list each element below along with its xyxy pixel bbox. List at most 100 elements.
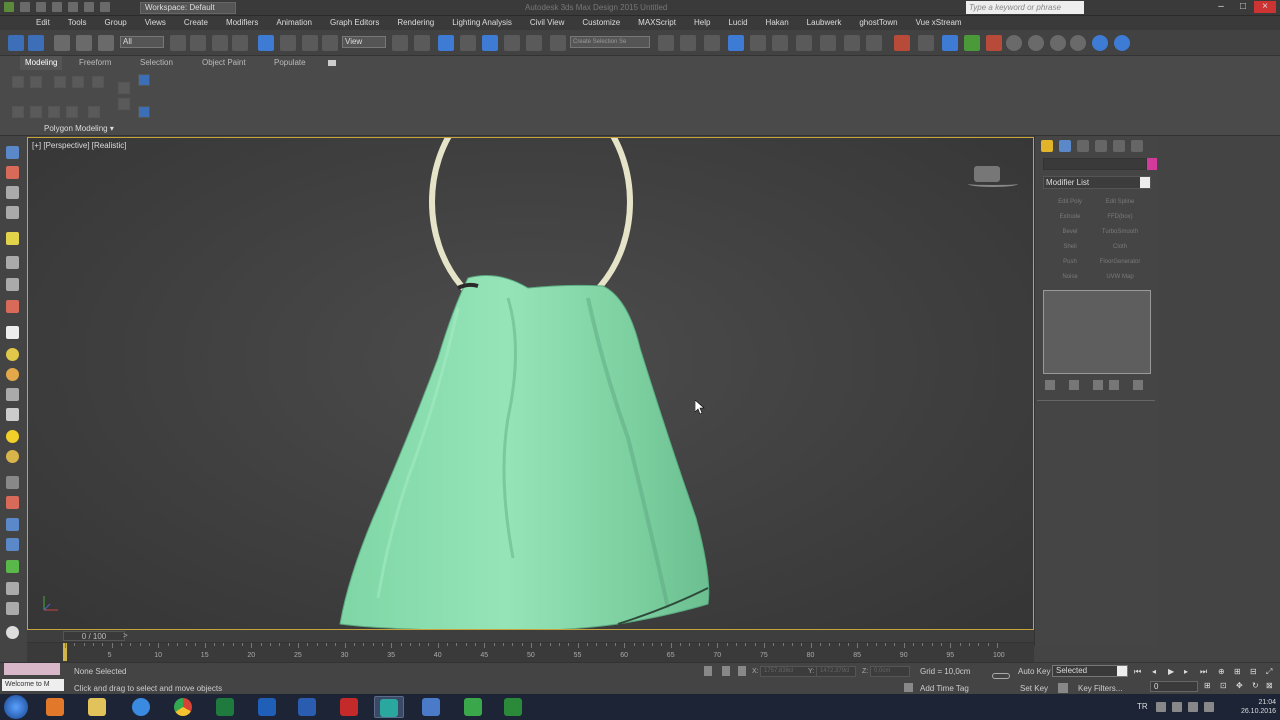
- modifier-button-shell[interactable]: Shell: [1047, 241, 1093, 253]
- menu-create[interactable]: Create: [184, 16, 208, 30]
- remove-modifier-icon[interactable]: [1109, 380, 1119, 390]
- link-icon[interactable]: [54, 35, 70, 51]
- ring-icon[interactable]: [6, 368, 19, 381]
- open-icon[interactable]: [36, 2, 46, 12]
- z-coord-field[interactable]: 0,0cm: [870, 666, 910, 677]
- modifier-stack[interactable]: [1043, 290, 1151, 374]
- taskbar-camtasia[interactable]: [458, 696, 488, 718]
- menu-animation[interactable]: Animation: [276, 16, 312, 30]
- modifier-button-floorgenerator[interactable]: FloorGenerator: [1097, 256, 1143, 268]
- viewcube-compass[interactable]: [968, 181, 1018, 187]
- keyboard-shortcut-icon[interactable]: [438, 35, 454, 51]
- menu-ghosttown[interactable]: ghostTown: [859, 16, 897, 30]
- ribbon-button[interactable]: [72, 76, 84, 88]
- orbit-icon[interactable]: ↻: [1252, 681, 1263, 691]
- window-crossing-icon[interactable]: [232, 35, 248, 51]
- lock-selection-icon[interactable]: [722, 666, 730, 676]
- tool-icon[interactable]: [6, 538, 19, 551]
- plugin-1-icon[interactable]: [1006, 35, 1022, 51]
- pan-view-icon[interactable]: ✥: [1236, 681, 1247, 691]
- utilities-tab-icon[interactable]: [1131, 140, 1143, 152]
- field-of-view-icon[interactable]: ⊡: [1220, 681, 1231, 691]
- ribbon-button[interactable]: [30, 106, 42, 118]
- viewcube[interactable]: [974, 166, 1000, 182]
- key-filters-button[interactable]: Key Filters...: [1078, 684, 1122, 693]
- tool-icon[interactable]: [6, 300, 19, 313]
- angle-snap-icon[interactable]: [482, 35, 498, 51]
- tab-selection[interactable]: Selection: [140, 58, 173, 67]
- close-button[interactable]: ×: [1254, 1, 1276, 13]
- language-indicator[interactable]: TR: [1137, 702, 1148, 711]
- menu-group[interactable]: Group: [104, 16, 126, 30]
- menu-modifiers[interactable]: Modifiers: [226, 16, 258, 30]
- time-slider-handle[interactable]: 0 / 100: [63, 631, 125, 641]
- tool-icon[interactable]: [6, 582, 19, 595]
- search-input[interactable]: Type a keyword or phrase: [966, 1, 1084, 14]
- redo-icon[interactable]: [28, 35, 44, 51]
- torus-icon[interactable]: [6, 450, 19, 463]
- menu-help[interactable]: Help: [694, 16, 710, 30]
- modifier-button-noise[interactable]: Noise: [1047, 271, 1093, 283]
- redo-icon[interactable]: [84, 2, 94, 12]
- edit-mode-icon[interactable]: [138, 74, 150, 86]
- named-selection-dropdown[interactable]: Create Selection Se: [570, 36, 650, 48]
- undo-icon[interactable]: [8, 35, 24, 51]
- zoom-icon[interactable]: ⊕: [1218, 667, 1229, 677]
- undo-icon[interactable]: [68, 2, 78, 12]
- taskbar-excel[interactable]: [210, 696, 240, 718]
- cylinder-icon[interactable]: [6, 388, 19, 401]
- align-icon[interactable]: [680, 35, 696, 51]
- tool-icon[interactable]: [6, 476, 19, 489]
- tool-icon[interactable]: [6, 518, 19, 531]
- minimize-button[interactable]: –: [1210, 1, 1232, 13]
- ribbon-button[interactable]: [12, 106, 24, 118]
- list-icon[interactable]: [6, 186, 19, 199]
- ribbon-button[interactable]: [54, 76, 66, 88]
- plugin-6-icon[interactable]: [1114, 35, 1130, 51]
- zoom-all-icon[interactable]: ⊞: [1234, 667, 1245, 677]
- tab-object-paint[interactable]: Object Paint: [202, 58, 246, 67]
- rect-icon[interactable]: [6, 326, 19, 339]
- viewport-layout-icon[interactable]: [6, 146, 19, 159]
- ribbon-button[interactable]: [118, 98, 130, 110]
- save-icon[interactable]: [52, 2, 62, 12]
- tool-icon[interactable]: [6, 602, 19, 615]
- menu-civil-view[interactable]: Civil View: [530, 16, 565, 30]
- mirror-icon[interactable]: [658, 35, 674, 51]
- scene-explorer-icon[interactable]: [728, 35, 744, 51]
- graphite-icon[interactable]: [750, 35, 766, 51]
- create-box-icon[interactable]: [6, 166, 19, 179]
- menu-hakan[interactable]: Hakan: [766, 16, 789, 30]
- polygon-modeling-label[interactable]: Polygon Modeling ▾: [44, 124, 114, 133]
- pivot-icon[interactable]: [392, 35, 408, 51]
- sphere-icon[interactable]: [6, 348, 19, 361]
- grid-icon[interactable]: [6, 206, 19, 219]
- ribbon-button[interactable]: [66, 106, 78, 118]
- modifier-button-cloth[interactable]: Cloth: [1097, 241, 1143, 253]
- select-object-icon[interactable]: [170, 35, 186, 51]
- cone-icon[interactable]: [6, 408, 19, 421]
- tool-icon[interactable]: [6, 626, 19, 639]
- go-to-start-icon[interactable]: ⏮: [1134, 667, 1145, 677]
- menu-rendering[interactable]: Rendering: [397, 16, 434, 30]
- ribbon-button[interactable]: [48, 106, 60, 118]
- extra-tool-2-icon[interactable]: [942, 35, 958, 51]
- taskbar-word[interactable]: [292, 696, 322, 718]
- taskbar-internet-explorer[interactable]: [126, 696, 156, 718]
- schematic-view-icon[interactable]: [796, 35, 812, 51]
- set-key-icon[interactable]: [1058, 683, 1068, 693]
- modifier-button-ffd-box-[interactable]: FFD(box): [1097, 211, 1143, 223]
- extra-tool-1-icon[interactable]: [918, 35, 934, 51]
- tab-freeform[interactable]: Freeform: [79, 58, 111, 67]
- modifier-list-dropdown[interactable]: Modifier List: [1043, 176, 1151, 189]
- next-frame-icon[interactable]: ▸: [1184, 667, 1195, 677]
- menu-views[interactable]: Views: [145, 16, 166, 30]
- spinner-snap-icon[interactable]: [526, 35, 542, 51]
- sun-icon[interactable]: [6, 430, 19, 443]
- bind-space-warp-icon[interactable]: [98, 35, 114, 51]
- taskbar-outlook[interactable]: [252, 696, 282, 718]
- absolute-mode-icon[interactable]: [738, 666, 746, 676]
- create-tab-icon[interactable]: [1041, 140, 1053, 152]
- tool-icon[interactable]: [6, 278, 19, 291]
- modifier-button-edit-poly[interactable]: Edit Poly: [1047, 196, 1093, 208]
